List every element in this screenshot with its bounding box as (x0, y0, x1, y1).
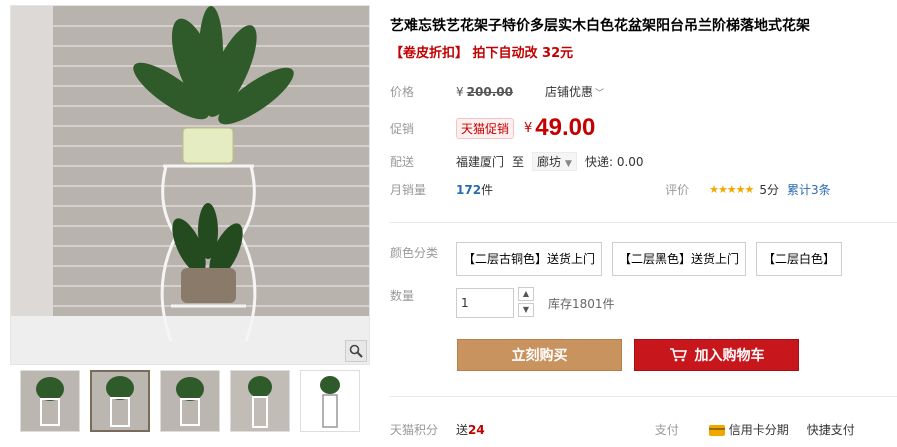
points-prefix: 送 (456, 423, 469, 437)
credit-card-icon (708, 425, 725, 436)
quantity-row: 数量 ▲ ▼ 库存1801件 (390, 287, 615, 319)
points-payment-row: 天猫积分 送 24 支付 信用卡分期 快捷支付 (390, 421, 897, 438)
ship-from: 福建厦门 (456, 155, 505, 169)
color-category-label: 颜色分类 (390, 245, 439, 260)
rating-label: 评价 (665, 183, 690, 197)
thumbnail-active[interactable] (90, 370, 150, 432)
thumbnail-strip (10, 370, 370, 440)
sku-option-black[interactable]: 【二层黑色】送货上门 (612, 242, 747, 276)
quantity-input[interactable] (456, 288, 514, 318)
sales-unit: 件 (481, 183, 494, 197)
sku-option-white[interactable]: 【二层白色】 (756, 242, 843, 276)
price-row: 价格 ¥ 200.00 店铺优惠 ﹀ (390, 83, 604, 100)
increase-button[interactable]: ▲ (518, 287, 534, 301)
add-to-cart-label: 加入购物车 (694, 348, 765, 364)
to-word: 至 (512, 155, 525, 169)
thumbnail[interactable] (160, 370, 220, 432)
cart-icon (669, 348, 687, 362)
product-title: 艺难忘铁艺花架子特价多层实木白色花盆架阳台吊兰阶梯落地式花架 (390, 18, 810, 34)
payment-label: 支付 (654, 423, 679, 437)
monthly-sales-count: 172 (456, 182, 482, 197)
sales-row: 月销量 172 件 评价 ★★★★★ 5分 累计3条 (390, 181, 831, 198)
monthly-sales-label: 月销量 (390, 183, 427, 197)
chevron-down-icon: ▼ (565, 159, 572, 169)
product-image-gallery (10, 5, 370, 365)
rating-score: 5分 (759, 183, 780, 197)
chevron-down-icon: ﹀ (594, 89, 604, 99)
price-label: 价格 (390, 85, 415, 99)
sku-option-bronze[interactable]: 【二层古铜色】送货上门 (456, 242, 603, 276)
divider (390, 222, 897, 223)
store-discount-dropdown[interactable]: 店铺优惠 ﹀ (545, 83, 604, 100)
add-to-cart-button[interactable]: 加入购物车 (634, 339, 799, 371)
tmall-promo-badge: 天猫促销 (456, 117, 515, 139)
decrease-button[interactable]: ▼ (518, 303, 534, 317)
points-value: 24 (468, 422, 485, 437)
promo-price: 49.00 (535, 114, 596, 141)
yen-symbol: ¥ (524, 120, 533, 136)
promo-label: 促销 (390, 121, 415, 136)
quick-pay-option[interactable]: 快捷支付 (807, 421, 855, 438)
destination-select[interactable]: 廊坊 ▼ (532, 152, 577, 171)
rating-stars: ★★★★★ (709, 183, 754, 196)
quantity-stepper: ▲ ▼ (518, 287, 534, 319)
promo-price-row: 促销 天猫促销 ¥ 49.00 (390, 114, 595, 142)
store-discount-label: 店铺优惠 (544, 85, 593, 99)
color-category-row: 颜色分类 【二层古铜色】送货上门 【二层黑色】送货上门 【二层白色】 (390, 242, 852, 276)
credit-card-option[interactable]: 信用卡分期 (708, 421, 789, 438)
product-main-image[interactable] (11, 6, 369, 364)
magnifier-icon (349, 344, 363, 358)
yen-symbol: ¥ (456, 84, 464, 99)
original-price: 200.00 (466, 84, 513, 99)
delivery-label: 配送 (390, 155, 415, 169)
buy-now-label: 立刻购买 (511, 348, 568, 364)
delivery-row: 配送 福建厦门 至 廊坊 ▼ 快递: 0.00 (390, 152, 644, 171)
thumbnail[interactable] (300, 370, 360, 432)
destination-value: 廊坊 (537, 155, 562, 169)
buy-now-button[interactable]: 立刻购买 (457, 339, 622, 371)
thumbnail[interactable] (20, 370, 80, 432)
credit-card-label: 信用卡分期 (728, 423, 789, 437)
product-info-panel: 艺难忘铁艺花架子特价多层实木白色花盆架阳台吊兰阶梯落地式花架 【卷皮折扣】 拍下… (390, 0, 897, 447)
express-fee: 快递: 0.00 (584, 155, 644, 169)
zoom-button[interactable] (345, 340, 367, 362)
reviews-link[interactable]: 累计3条 (787, 181, 831, 198)
quantity-label: 数量 (390, 288, 415, 303)
promo-text: 【卷皮折扣】 拍下自动改 32元 (390, 46, 574, 61)
stock-count: 库存1801件 (548, 296, 615, 311)
points-label: 天猫积分 (390, 423, 439, 437)
divider (390, 396, 897, 397)
thumbnail[interactable] (230, 370, 290, 432)
